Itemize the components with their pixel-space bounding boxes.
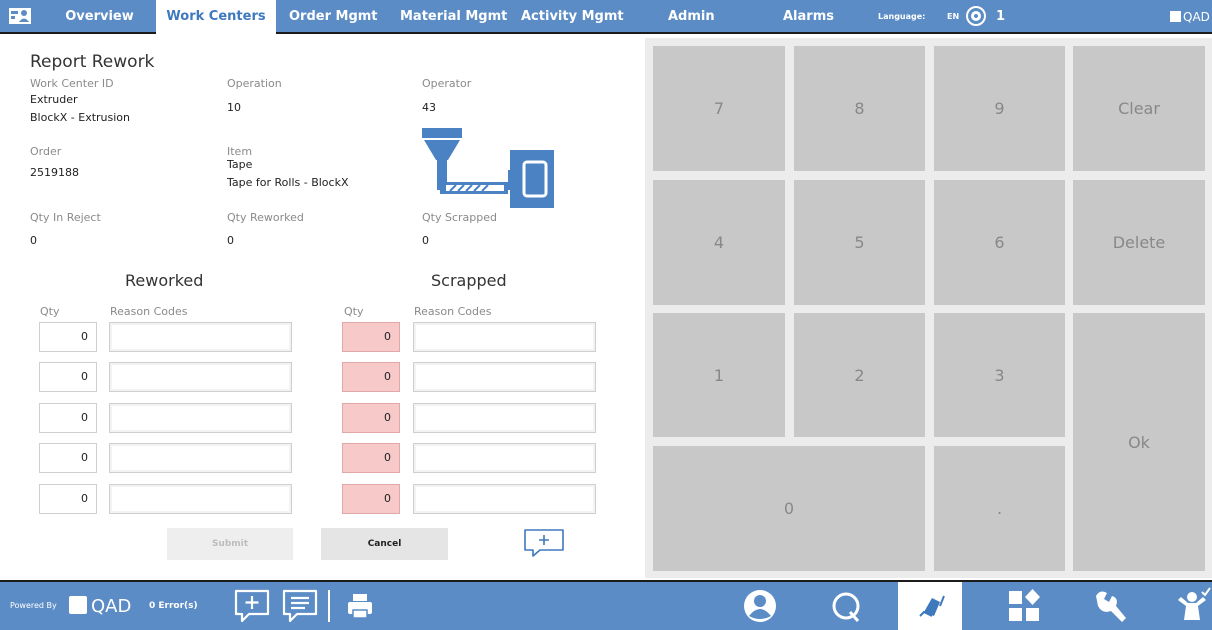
operator-label: Operator — [422, 77, 472, 90]
qad-brand: QAD — [1170, 0, 1210, 34]
ok-key[interactable]: Ok — [1073, 313, 1205, 571]
dashboard-icon[interactable] — [1004, 586, 1044, 626]
operation-label: Operation — [227, 77, 282, 90]
decimal-key[interactable]: . — [934, 446, 1065, 571]
scrapped-qty-input[interactable]: 0 — [342, 484, 400, 514]
scrapped-qty-input[interactable]: 0 — [342, 403, 400, 433]
scrapped-reason-input[interactable] — [413, 484, 596, 514]
alarm-count: 1 — [996, 9, 1006, 24]
tab-overview[interactable]: Overview — [43, 0, 156, 34]
qty-in-reject-label: Qty In Reject — [30, 211, 101, 224]
reworked-reason-header: Reason Codes — [110, 305, 188, 318]
tab-work-centers[interactable]: Work Centers — [156, 0, 276, 34]
error-count[interactable]: 0 Error(s) — [149, 582, 198, 630]
scrapped-reason-input[interactable] — [413, 403, 596, 433]
reworked-reason-input[interactable] — [109, 403, 292, 433]
q-icon[interactable] — [826, 586, 866, 626]
key-4[interactable]: 4 — [653, 180, 785, 305]
key-5[interactable]: 5 — [794, 180, 925, 305]
reworked-reason-input[interactable] — [109, 362, 292, 392]
key-0[interactable]: 0 — [653, 446, 925, 571]
key-8[interactable]: 8 — [794, 46, 925, 171]
qad-footer-logo: QAD — [69, 596, 131, 617]
scrapped-qty-header: Qty — [344, 305, 364, 318]
operation-value: 10 — [227, 101, 241, 114]
work-center-description: BlockX - Extrusion — [30, 111, 131, 124]
submit-button[interactable]: Submit — [167, 528, 293, 560]
order-label: Order — [30, 145, 62, 158]
scrapped-qty-input[interactable]: 0 — [342, 322, 400, 352]
reworked-qty-header: Qty — [40, 305, 60, 318]
delete-key[interactable]: Delete — [1073, 180, 1205, 305]
key-6[interactable]: 6 — [934, 180, 1065, 305]
qad-logo-icon — [69, 596, 87, 614]
qty-reworked-value: 0 — [227, 234, 234, 247]
reworked-qty-input[interactable]: 0 — [39, 443, 97, 473]
comments-icon[interactable] — [280, 586, 320, 626]
cancel-button[interactable]: Cancel — [321, 528, 448, 560]
scrapped-qty-input[interactable]: 0 — [342, 443, 400, 473]
numeric-keypad: 7 8 9 Clear 4 5 6 Delete 1 2 3 Ok 0 . — [645, 38, 1212, 578]
key-9[interactable]: 9 — [934, 46, 1065, 171]
reworked-qty-input[interactable]: 0 — [39, 322, 97, 352]
language-label: Language: — [878, 12, 926, 21]
order-value: 2519188 — [30, 166, 79, 179]
scrapped-qty-input[interactable]: 0 — [342, 362, 400, 392]
reworked-qty-input[interactable]: 0 — [39, 484, 97, 514]
print-icon[interactable] — [340, 586, 380, 626]
user-icon[interactable] — [740, 586, 780, 626]
add-comment-icon[interactable] — [232, 586, 272, 626]
clear-key[interactable]: Clear — [1073, 46, 1205, 171]
scrapped-heading: Scrapped — [431, 271, 507, 290]
page-title: Report Rework — [30, 52, 155, 72]
qty-in-reject-value: 0 — [30, 234, 37, 247]
item-value: Tape — [227, 158, 253, 171]
work-center-id-value: Extruder — [30, 93, 78, 106]
qty-scrapped-value: 0 — [422, 234, 429, 247]
top-nav-bar: Overview Work Centers Order Mgmt Materia… — [0, 0, 1212, 34]
reworked-reason-input[interactable] — [109, 484, 292, 514]
tab-activity-mgmt[interactable]: Activity Mgmt — [521, 0, 624, 34]
scrapped-reason-input[interactable] — [413, 443, 596, 473]
bottom-toolbar: Powered By QAD 0 Error(s) — [0, 580, 1212, 630]
powered-by-label: Powered By — [10, 601, 57, 610]
scrapped-reason-header: Reason Codes — [414, 305, 492, 318]
reworked-qty-input[interactable]: 0 — [39, 362, 97, 392]
tab-alarms[interactable]: Alarms — [783, 0, 834, 34]
tab-material-mgmt[interactable]: Material Mgmt — [400, 0, 507, 34]
qty-scrapped-label: Qty Scrapped — [422, 211, 497, 224]
report-icon[interactable] — [910, 586, 950, 626]
language-value[interactable]: EN — [947, 0, 959, 34]
reworked-reason-input[interactable] — [109, 443, 292, 473]
scrapped-reason-input[interactable] — [413, 322, 596, 352]
reworked-qty-input[interactable]: 0 — [39, 403, 97, 433]
reworked-heading: Reworked — [125, 271, 204, 290]
wrench-icon[interactable] — [1090, 586, 1130, 626]
qad-logo-icon — [1170, 11, 1181, 22]
key-2[interactable]: 2 — [794, 313, 925, 437]
toolbar-divider — [328, 590, 330, 622]
work-center-id-label: Work Center ID — [30, 77, 114, 90]
reworked-reason-input[interactable] — [109, 322, 292, 352]
tab-order-mgmt[interactable]: Order Mgmt — [289, 0, 378, 34]
item-description: Tape for Rolls - BlockX — [227, 176, 349, 189]
key-7[interactable]: 7 — [653, 46, 785, 171]
qty-reworked-label: Qty Reworked — [227, 211, 304, 224]
key-3[interactable]: 3 — [934, 313, 1065, 437]
worker-icon[interactable] — [1172, 586, 1212, 626]
alarm-beacon-icon[interactable] — [965, 5, 987, 27]
key-1[interactable]: 1 — [653, 313, 785, 437]
add-comment-icon[interactable] — [522, 528, 566, 558]
tab-admin[interactable]: Admin — [668, 0, 715, 34]
app-menu-icon[interactable] — [8, 5, 32, 27]
scrapped-reason-input[interactable] — [413, 362, 596, 392]
operator-value: 43 — [422, 101, 436, 114]
extruder-machine-icon — [422, 128, 554, 208]
